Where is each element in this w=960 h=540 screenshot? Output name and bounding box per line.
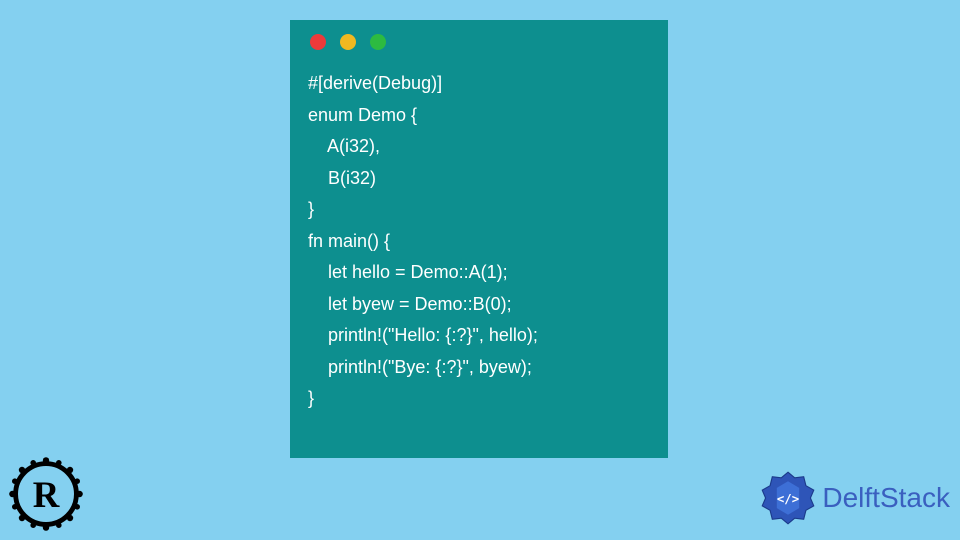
code-window: #[derive(Debug)] enum Demo { A(i32), B(i… (290, 20, 668, 458)
delftstack-logo: </> DelftStack (760, 470, 950, 526)
delftstack-text: DelftStack (822, 482, 950, 514)
svg-text:</>: </> (777, 492, 799, 506)
rust-gear-icon: R (6, 454, 86, 534)
close-icon (310, 34, 326, 50)
code-block: #[derive(Debug)] enum Demo { A(i32), B(i… (308, 68, 650, 415)
minimize-icon (340, 34, 356, 50)
rust-logo-icon: R (6, 454, 86, 534)
delftstack-badge-icon: </> (760, 470, 816, 526)
maximize-icon (370, 34, 386, 50)
window-traffic-lights (310, 34, 650, 50)
svg-text:R: R (33, 474, 60, 515)
